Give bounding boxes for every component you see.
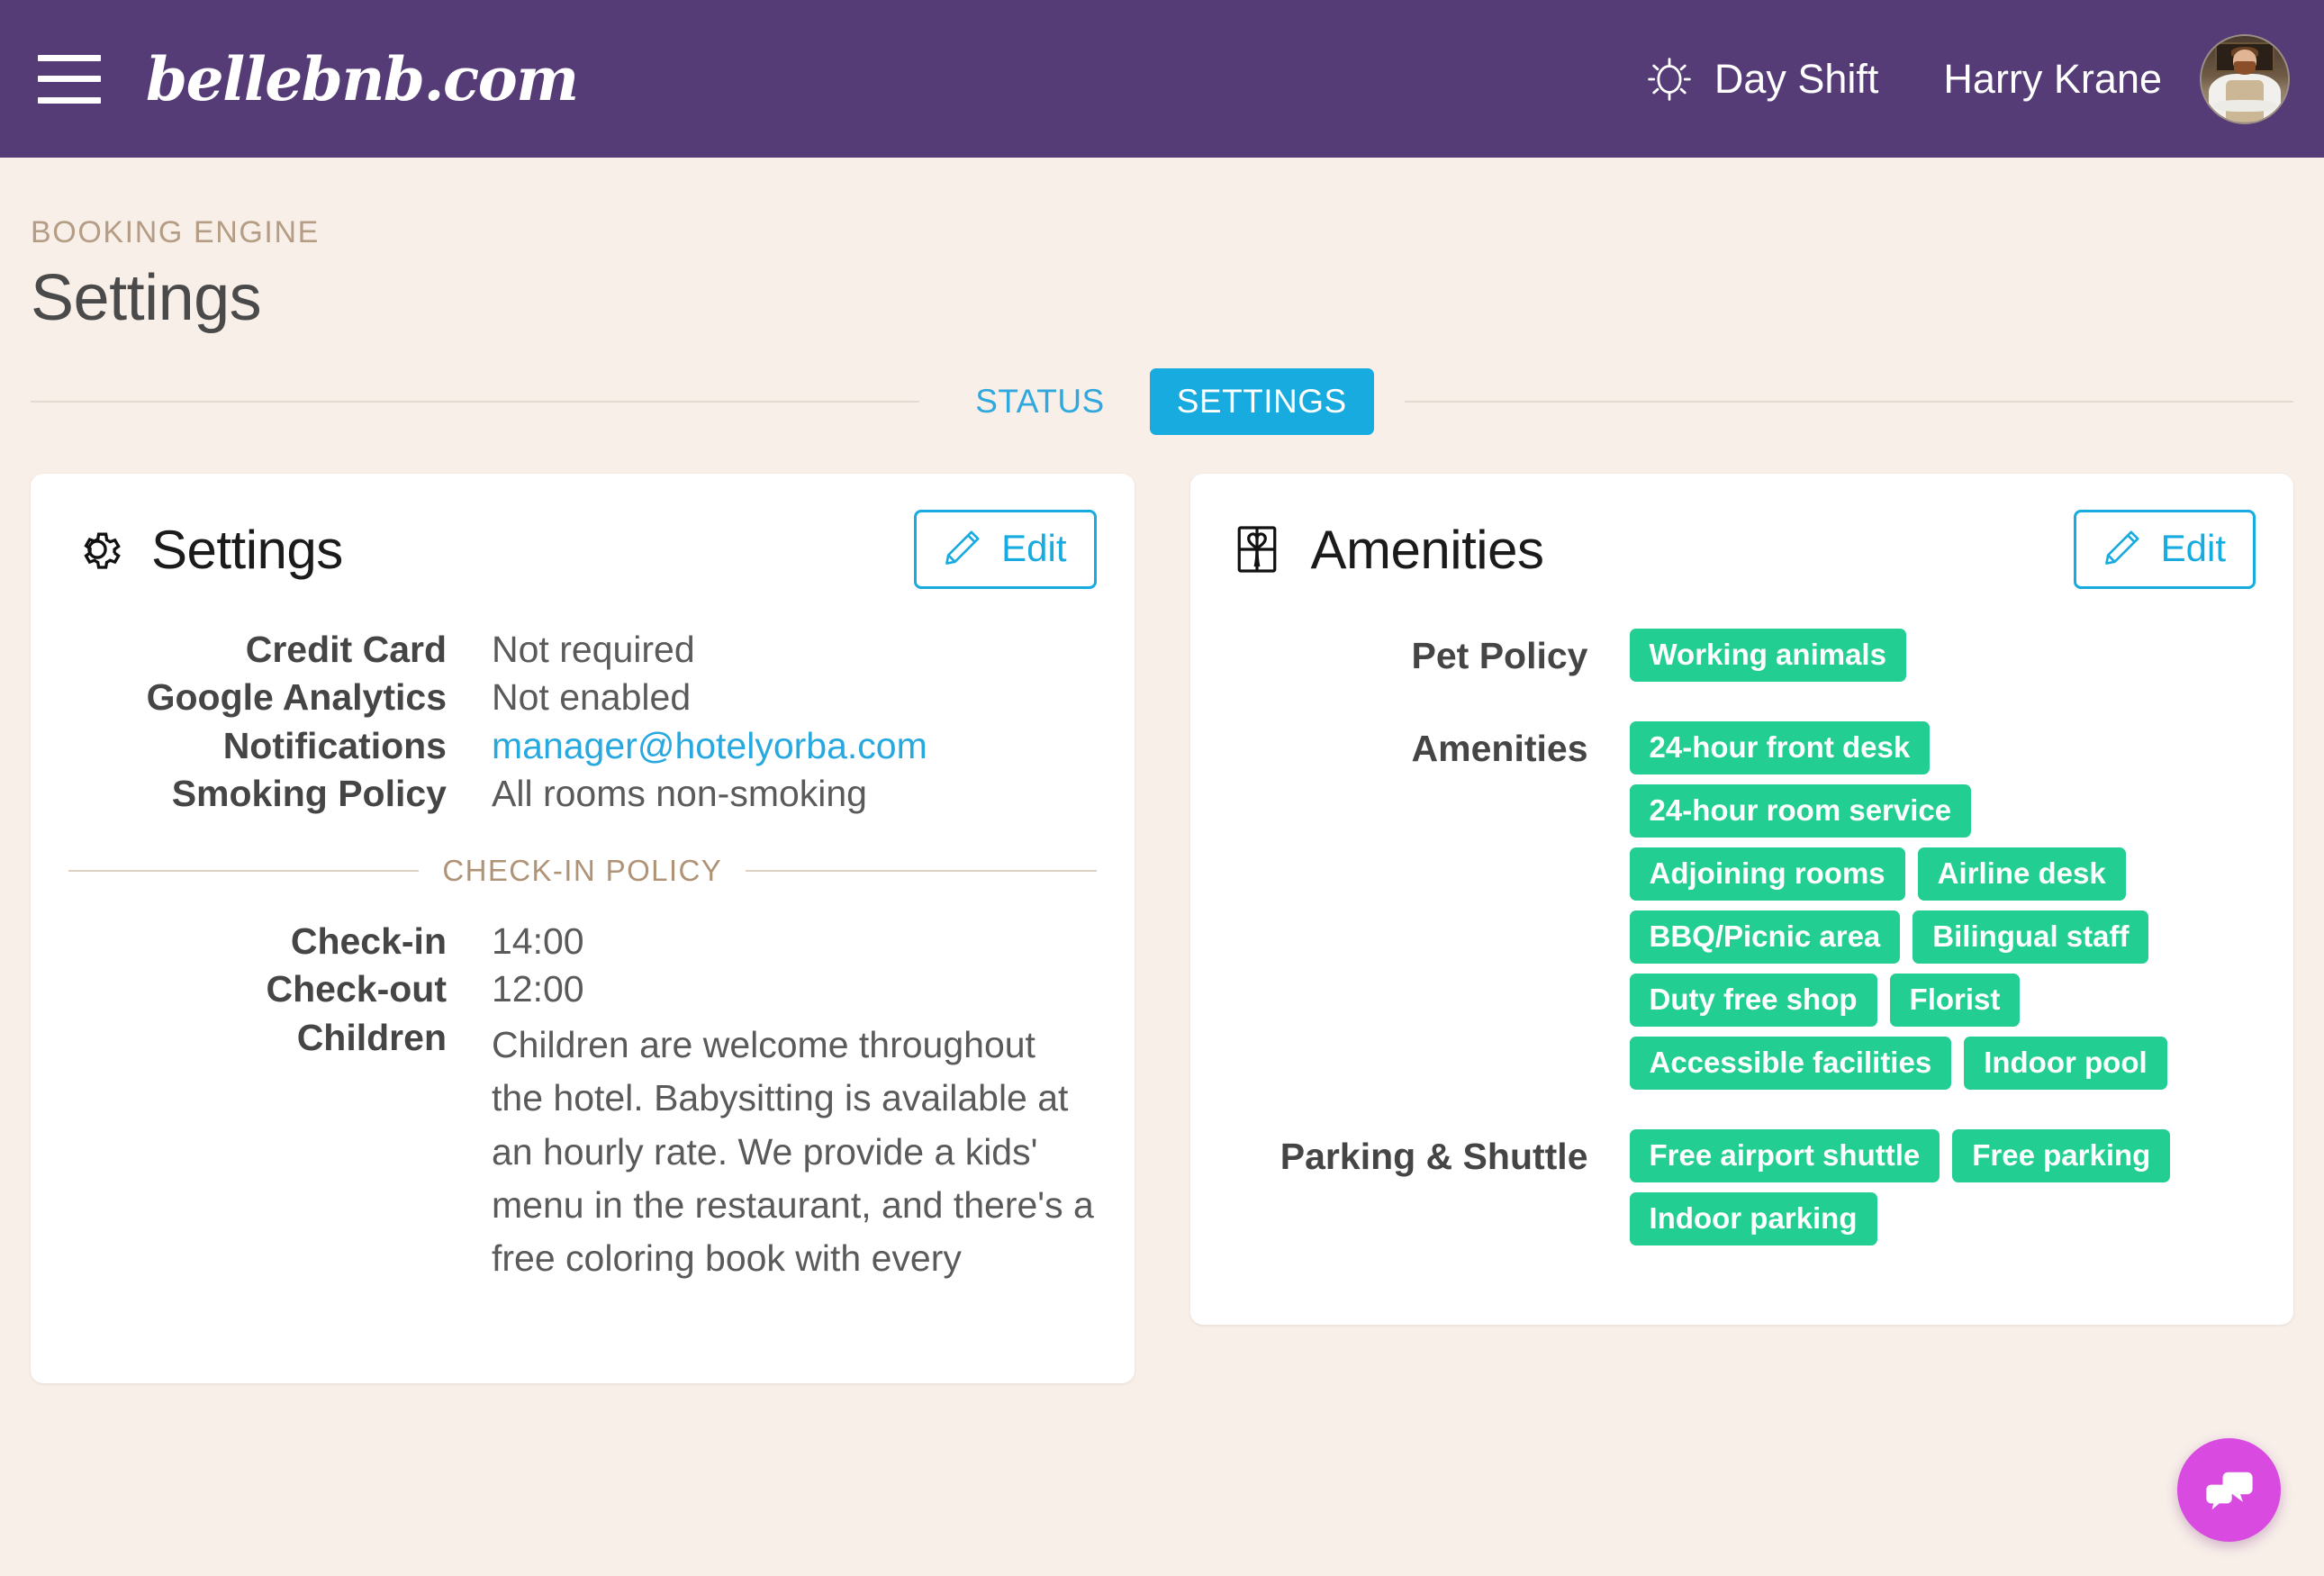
settings-row-google-analytics: Google Analytics Not enabled xyxy=(68,676,1097,719)
row-label: Check-out xyxy=(266,968,447,1010)
chat-button[interactable] xyxy=(2177,1438,2281,1542)
brand-logo[interactable]: bellebnb.com xyxy=(146,50,579,109)
row-value: Not enabled xyxy=(492,676,692,719)
amenity-tag[interactable]: Florist xyxy=(1889,974,2021,1027)
row-value: Not required xyxy=(492,629,695,670)
settings-row-credit-card: Credit Card Not required xyxy=(68,629,1097,670)
amenity-tag[interactable]: Bilingual staff xyxy=(1913,910,2149,964)
tab-rule-left xyxy=(31,401,920,403)
row-label: Notifications xyxy=(222,724,447,766)
settings-card: Settings Edit Credit Card Not required G… xyxy=(31,474,1135,1383)
policy-row-check-in: Check-in 14:00 xyxy=(68,919,1097,962)
shift-selector[interactable]: Day Shift xyxy=(1644,54,1879,104)
settings-edit-button[interactable]: Edit xyxy=(914,510,1097,589)
sun-icon xyxy=(1648,57,1691,101)
tab-strip: STATUS SETTINGS xyxy=(31,367,2293,436)
shift-label: Day Shift xyxy=(1714,55,1879,102)
divider-rule-left xyxy=(68,869,420,872)
amenity-tag[interactable]: Free parking xyxy=(1952,1129,2171,1182)
amenity-tag[interactable]: Accessible facilities xyxy=(1629,1037,1952,1090)
group-tags: Free airport shuttle Free parking Indoor p… xyxy=(1629,1129,2256,1245)
amenity-tag[interactable]: Working animals xyxy=(1629,629,1906,682)
amenity-tag[interactable]: BBQ/Picnic area xyxy=(1629,910,1901,964)
group-label: Parking & Shuttle xyxy=(1280,1136,1588,1177)
row-label: Smoking Policy xyxy=(171,773,447,815)
tab-rule-right xyxy=(1404,401,2293,403)
tab-settings[interactable]: SETTINGS xyxy=(1149,368,1374,435)
notifications-email-link[interactable]: manager@hotelyorba.com xyxy=(492,726,1097,765)
group-label: Amenities xyxy=(1411,728,1588,769)
amenity-tag[interactable]: Indoor parking xyxy=(1629,1192,1877,1245)
amenities-edit-label: Edit xyxy=(2160,527,2226,569)
gift-icon xyxy=(1237,526,1276,573)
hamburger-menu-icon[interactable] xyxy=(27,48,112,111)
tab-status[interactable]: STATUS xyxy=(950,370,1129,433)
amenities-edit-button[interactable]: Edit xyxy=(2073,510,2256,589)
check-in-policy-list: Check-in 14:00 Check-out 12:00 Children … xyxy=(31,888,1135,1286)
settings-card-header: Settings Edit xyxy=(31,474,1135,596)
settings-row-smoking-policy: Smoking Policy All rooms non-smoking xyxy=(68,774,1097,813)
chat-bubbles-icon xyxy=(2205,1472,2253,1509)
amenity-group-parking-shuttle: Parking & Shuttle Free airport shuttle Fr… xyxy=(1228,1129,2256,1245)
group-tags: 24-hour front desk 24-hour room service Ad… xyxy=(1629,721,2256,1090)
amenity-tag[interactable]: 24-hour front desk xyxy=(1629,721,1931,774)
amenities-card: Amenities Edit Pet Policy Working animal… xyxy=(1189,474,2294,1325)
row-label: Google Analytics xyxy=(146,676,447,719)
user-name[interactable]: Harry Krane xyxy=(1943,56,2162,103)
amenity-group-amenities: Amenities 24-hour front desk 24-hour room… xyxy=(1228,721,2256,1090)
settings-detail-list: Credit Card Not required Google Analytic… xyxy=(31,596,1135,814)
policy-row-check-out: Check-out 12:00 xyxy=(68,968,1097,1010)
pencil-icon xyxy=(945,530,980,565)
amenity-tag[interactable]: Airline desk xyxy=(1917,847,2126,901)
amenities-card-header: Amenities Edit xyxy=(1190,474,2294,596)
avatar-beard xyxy=(2233,61,2256,75)
amenity-tag[interactable]: Duty free shop xyxy=(1629,974,1877,1027)
topbar-right-group: Day Shift Harry Krane xyxy=(1644,33,2290,124)
row-value: 14:00 xyxy=(492,919,584,962)
gear-icon xyxy=(84,532,121,569)
settings-edit-label: Edit xyxy=(1001,527,1067,569)
amenity-tag[interactable]: Indoor pool xyxy=(1964,1037,2167,1090)
settings-row-notifications: Notifications manager@hotelyorba.com xyxy=(68,724,1097,766)
row-value: 12:00 xyxy=(492,968,584,1010)
group-tags: Working animals xyxy=(1629,629,2256,682)
avatar[interactable] xyxy=(2200,33,2290,124)
row-label: Credit Card xyxy=(245,629,447,670)
hamburger-bar xyxy=(38,76,101,82)
hamburger-bar xyxy=(38,54,101,61)
amenity-tag[interactable]: Free airport shuttle xyxy=(1629,1129,1940,1182)
row-value: All rooms non-smoking xyxy=(492,773,867,815)
amenity-tag[interactable]: Adjoining rooms xyxy=(1629,847,1905,901)
check-in-policy-divider: CHECK-IN POLICY xyxy=(68,854,1097,888)
row-value: Children are welcome throughout the hote… xyxy=(492,1023,1094,1280)
top-navigation-bar: bellebnb.com Day Shift Harry Krane xyxy=(0,0,2324,158)
group-label: Pet Policy xyxy=(1411,635,1588,676)
page-content: BOOKING ENGINE Settings STATUS SETTINGS … xyxy=(0,158,2324,1383)
settings-card-title: Settings xyxy=(151,519,343,580)
row-label: Children xyxy=(296,1016,447,1058)
policy-row-children: Children Children are welcome throughout… xyxy=(68,1016,1097,1286)
cards-row: Settings Edit Credit Card Not required G… xyxy=(31,474,2293,1383)
amenities-card-title: Amenities xyxy=(1310,519,1544,580)
amenity-tag[interactable]: 24-hour room service xyxy=(1629,784,1972,838)
row-label: Check-in xyxy=(290,919,447,962)
check-in-policy-caption: CHECK-IN POLICY xyxy=(442,853,723,887)
pencil-icon xyxy=(2104,530,2139,565)
hamburger-bar xyxy=(38,96,101,104)
avatar-arms xyxy=(2213,99,2276,112)
breadcrumb: BOOKING ENGINE xyxy=(31,215,320,249)
amenity-group-pet-policy: Pet Policy Working animals xyxy=(1228,629,2256,682)
divider-rule-right xyxy=(746,869,1097,872)
page-title: Settings xyxy=(31,262,262,334)
amenities-groups: Pet Policy Working animals Amenities 24-… xyxy=(1190,596,2294,1245)
